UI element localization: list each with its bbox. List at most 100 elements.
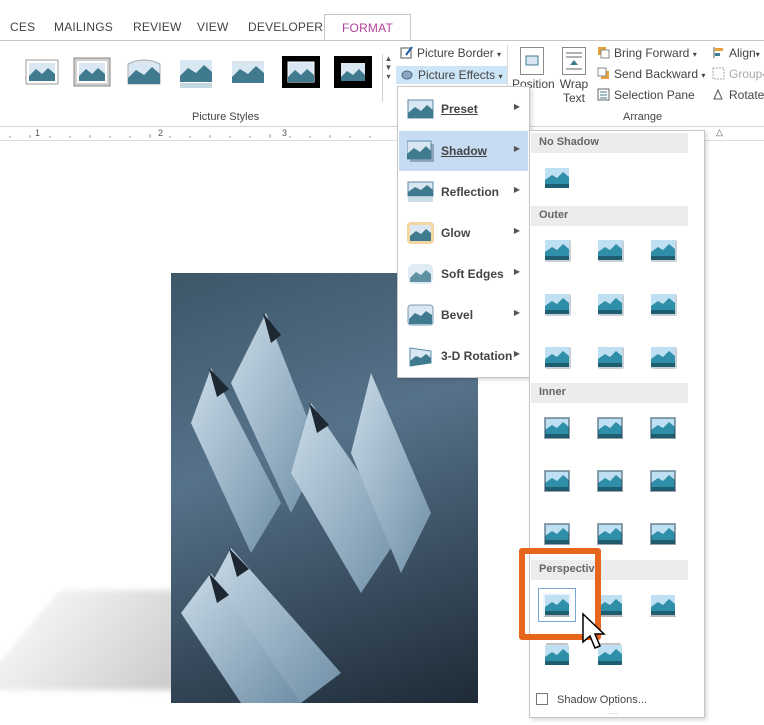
shadow-icon	[406, 140, 434, 162]
chevron-down-icon: ▾	[498, 72, 503, 81]
menu-item-label: Preset	[441, 102, 478, 116]
tab-developer[interactable]: DEVELOPER	[248, 20, 323, 34]
picture-border-icon	[400, 46, 413, 59]
shadow-preview-icon	[544, 417, 570, 439]
shadow-preset-outer-9[interactable]	[596, 345, 624, 369]
shadow-preset-inner-16[interactable]	[649, 469, 677, 493]
ruler-mark-3: 3	[282, 128, 288, 138]
shadow-preset-persp-22[interactable]	[649, 593, 677, 619]
shadow-preview-icon	[650, 523, 676, 545]
shadow-preset-outer-2[interactable]	[543, 238, 571, 262]
group-label: Group	[729, 67, 763, 81]
picture-style-5[interactable]	[228, 54, 268, 90]
send-backward-button[interactable]: Send Backward ▾	[597, 67, 705, 81]
align-button[interactable]: Align▾	[712, 46, 760, 60]
send-backward-icon	[597, 67, 610, 80]
shadow-options-button[interactable]: Shadow Options...	[536, 693, 647, 706]
position-button[interactable]: Position	[512, 47, 555, 91]
shadow-preset-outer-6[interactable]	[596, 292, 624, 316]
shadow-preset-outer-8[interactable]	[543, 345, 571, 369]
tab-mailings[interactable]: MAILINGS	[54, 20, 113, 34]
picture-style-4[interactable]	[176, 54, 216, 90]
bring-forward-label: Bring Forward	[614, 46, 690, 60]
shadow-preview-icon	[651, 347, 677, 369]
panel-resize-grip[interactable]: ····	[608, 709, 619, 718]
shadow-preset-inner-14[interactable]	[543, 469, 571, 493]
picture-border-button[interactable]: Picture Border ▾	[400, 46, 501, 60]
submenu-arrow-icon: ▶	[513, 349, 520, 358]
arrange-group-label: Arrange	[623, 111, 663, 123]
shadow-preset-persp2-23[interactable]	[543, 643, 571, 667]
menu-item-bevel[interactable]: Bevel ▶	[399, 295, 528, 335]
picture-style-7[interactable]	[333, 54, 373, 90]
shadow-preview-icon	[544, 470, 570, 492]
menu-item-label: Glow	[441, 226, 471, 240]
group-icon	[712, 67, 725, 80]
submenu-arrow-icon: ▶	[513, 308, 520, 317]
submenu-arrow-icon: ▶	[513, 185, 520, 194]
submenu-arrow-icon: ▶	[513, 226, 520, 235]
position-icon	[520, 47, 544, 75]
menu-item-glow[interactable]: Glow ▶	[399, 213, 528, 253]
tab-format[interactable]: FORMAT	[324, 14, 411, 41]
shadow-options-icon	[536, 693, 548, 705]
shadow-preset-inner-19[interactable]	[649, 522, 677, 546]
ruler-indent-marker[interactable]: △	[716, 127, 723, 138]
section-header-no-shadow: No Shadow	[531, 133, 688, 153]
chevron-down-icon: ▾	[755, 50, 760, 59]
shadow-preview-icon	[597, 470, 623, 492]
glow-icon	[407, 222, 434, 244]
shadow-preview-icon	[545, 347, 571, 369]
picture-style-3[interactable]	[124, 54, 164, 90]
submenu-arrow-icon: ▶	[513, 144, 520, 153]
picture-style-2[interactable]	[72, 54, 112, 90]
menu-item-label: 3-D Rotation	[441, 349, 513, 363]
shadow-preset-none-1[interactable]	[543, 166, 571, 190]
tab-view[interactable]: VIEW	[197, 20, 228, 34]
rotate-button[interactable]: Rotate▾	[712, 88, 764, 102]
selection-pane-label: Selection Pane	[614, 88, 695, 102]
shadow-preset-inner-11[interactable]	[543, 416, 571, 440]
shadow-preset-inner-12[interactable]	[596, 416, 624, 440]
mouse-cursor-icon	[582, 612, 606, 649]
align-label: Align	[729, 46, 756, 60]
align-icon	[712, 46, 725, 59]
shadow-preset-outer-3[interactable]	[596, 238, 624, 262]
menu-item-3d-rotation[interactable]: 3-D Rotation ▶	[399, 336, 528, 376]
bevel-icon	[407, 304, 434, 326]
shadow-preview-icon	[545, 240, 571, 262]
menu-item-soft-edges[interactable]: Soft Edges ▶	[399, 254, 528, 294]
shadow-preview-icon	[545, 294, 571, 316]
reflection-icon	[407, 181, 434, 203]
picture-effects-label: Picture Effects	[418, 68, 496, 82]
shadow-preset-inner-17[interactable]	[543, 522, 571, 546]
shadow-preset-inner-15[interactable]	[596, 469, 624, 493]
picture-style-6[interactable]	[281, 54, 321, 90]
bring-forward-button[interactable]: Bring Forward ▾	[597, 46, 697, 60]
shadow-preview-icon	[598, 294, 624, 316]
menu-item-reflection[interactable]: Reflection ▶	[399, 172, 528, 212]
shadow-preset-outer-5[interactable]	[543, 292, 571, 316]
selection-pane-button[interactable]: Selection Pane	[597, 88, 695, 102]
picture-style-1[interactable]	[22, 54, 62, 90]
submenu-arrow-icon: ▶	[513, 267, 520, 276]
shadow-preset-outer-7[interactable]	[649, 292, 677, 316]
shadow-preset-inner-18[interactable]	[596, 522, 624, 546]
gallery-scroll-control[interactable]: ▲ ▼ ▾	[382, 54, 394, 102]
picture-effects-button[interactable]: Picture Effects ▾	[396, 66, 508, 84]
shadow-preset-outer-4[interactable]	[649, 238, 677, 262]
chevron-down-icon: ▾	[692, 50, 697, 59]
menu-item-label: Bevel	[441, 308, 474, 322]
tab-review[interactable]: REVIEW	[133, 20, 182, 34]
menu-item-preset[interactable]: Preset ▶	[399, 89, 528, 129]
shadow-preset-inner-13[interactable]	[649, 416, 677, 440]
submenu-arrow-icon: ▶	[513, 102, 520, 111]
ribbon: ▲ ▼ ▾ Picture Styles Picture Border ▾ Pict…	[0, 40, 764, 127]
3d-rotation-icon	[407, 345, 434, 367]
shadow-preset-outer-10[interactable]	[649, 345, 677, 369]
menu-item-shadow[interactable]: Shadow ▶	[399, 131, 528, 171]
wrap-text-button[interactable]: Wrap Text	[556, 47, 592, 105]
group-button[interactable]: Group▾	[712, 67, 764, 81]
tab-references[interactable]: CES	[10, 20, 35, 34]
shadow-preview-icon	[545, 168, 569, 188]
